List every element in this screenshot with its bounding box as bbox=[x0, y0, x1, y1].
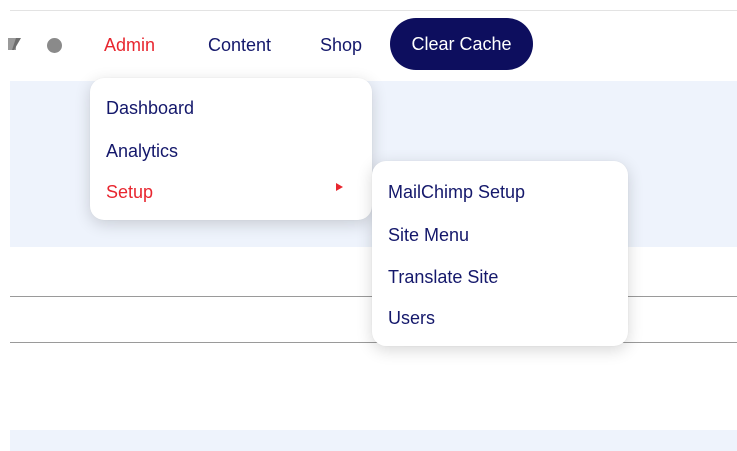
clear-cache-button[interactable]: Clear Cache bbox=[390, 18, 533, 70]
top-navbar: Admin Content Shop Clear Cache bbox=[0, 18, 737, 70]
submenu-arrow-icon bbox=[336, 183, 343, 191]
row-divider bbox=[10, 342, 737, 343]
setup-submenu: MailChimp Setup Site Menu Translate Site… bbox=[372, 161, 628, 346]
top-divider bbox=[10, 10, 737, 11]
menu-item-setup[interactable]: Setup bbox=[106, 182, 153, 203]
content-band bbox=[10, 430, 737, 451]
nav-item-shop[interactable]: Shop bbox=[320, 35, 362, 56]
nav-item-content[interactable]: Content bbox=[208, 35, 271, 56]
submenu-item-users[interactable]: Users bbox=[388, 308, 435, 329]
menu-item-dashboard[interactable]: Dashboard bbox=[106, 98, 194, 119]
nav-item-admin[interactable]: Admin bbox=[104, 35, 155, 56]
app-logo-icon[interactable] bbox=[6, 36, 22, 52]
submenu-item-site-menu[interactable]: Site Menu bbox=[388, 225, 469, 246]
submenu-item-mailchimp-setup[interactable]: MailChimp Setup bbox=[388, 182, 525, 203]
submenu-item-translate-site[interactable]: Translate Site bbox=[388, 267, 498, 288]
status-indicator-dot bbox=[47, 38, 62, 53]
menu-item-analytics[interactable]: Analytics bbox=[106, 141, 178, 162]
admin-dropdown-menu: Dashboard Analytics Setup bbox=[90, 78, 372, 220]
